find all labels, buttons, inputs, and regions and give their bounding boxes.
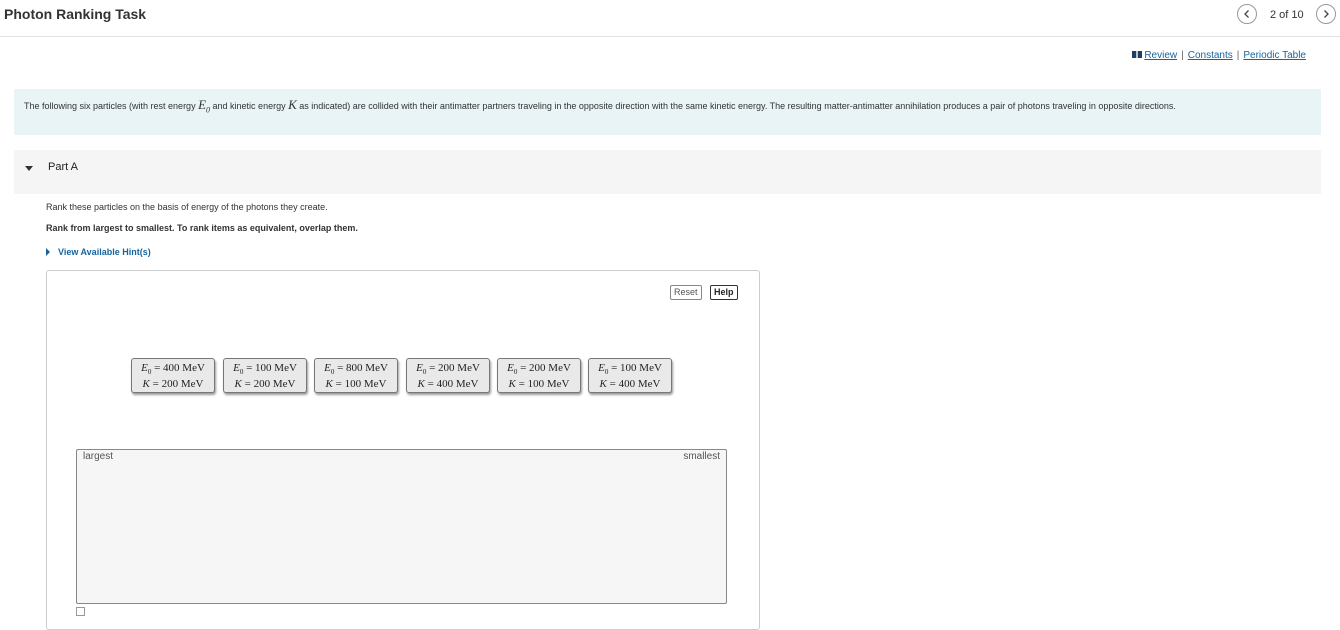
k-symbol: K [288,97,297,112]
reset-button[interactable]: Reset [670,285,702,300]
part-label: Part A [48,161,78,173]
next-button[interactable] [1316,4,1336,24]
largest-label: largest [83,451,114,462]
item-kinetic-energy: K = 400 MeV [599,378,661,391]
periodic-table-link[interactable]: Periodic Table [1243,50,1306,61]
item-rest-energy: E0 = 800 MeV [324,362,388,377]
intro-text-3: as indicated) are collided with their an… [296,101,1176,111]
item-kinetic-energy: K = 400 MeV [417,378,479,391]
chevron-right-icon [1324,10,1329,18]
review-link[interactable]: Review [1144,50,1177,61]
item-rest-energy: E0 = 100 MeV [233,362,297,377]
header-bar: Photon Ranking Task 2 of 10 [0,0,1340,37]
item-rest-energy: E0 = 100 MeV [598,362,662,377]
item-rest-energy: E0 = 400 MeV [141,362,205,377]
page-title: Photon Ranking Task [4,6,147,22]
link-separator: | [1236,50,1240,61]
item-kinetic-energy: K = 200 MeV [142,378,204,391]
rank-item[interactable]: E0 = 800 MeV K = 100 MeV [314,358,398,393]
rank-item[interactable]: E0 = 200 MeV K = 400 MeV [406,358,490,393]
item-counter: 2 of 10 [1270,9,1304,21]
rank-item[interactable]: E0 = 100 MeV K = 200 MeV [223,358,307,393]
item-kinetic-energy: K = 200 MeV [234,378,296,391]
intro-text-1: The following six particles (with rest e… [24,101,199,111]
rank-item[interactable]: E0 = 100 MeV K = 400 MeV [588,358,672,393]
part-a-header[interactable]: Part A [14,150,1321,194]
constants-link[interactable]: Constants [1188,50,1233,61]
help-button[interactable]: Help [710,285,738,300]
e0-symbol: E0 [198,97,211,115]
ranking-widget: Reset Help E0 = 400 MeV K = 200 MeV E0 =… [46,270,760,630]
resource-links: Review | Constants | Periodic Table [1132,50,1306,61]
intro-text-2: and kinetic energy [210,101,289,111]
question-text: Rank these particles on the basis of ene… [46,202,328,212]
item-kinetic-energy: K = 100 MeV [508,378,570,391]
chevron-left-icon [1244,10,1249,18]
rank-instruction: Rank from largest to smallest. To rank i… [46,223,358,233]
item-rest-energy: E0 = 200 MeV [416,362,480,377]
caret-right-icon [46,248,50,256]
rank-item[interactable]: E0 = 400 MeV K = 200 MeV [131,358,215,393]
item-rest-energy: E0 = 200 MeV [507,362,571,377]
rank-item[interactable]: E0 = 200 MeV K = 100 MeV [497,358,581,393]
ranking-drop-zone[interactable]: largest smallest [76,449,727,604]
previous-button[interactable] [1237,4,1257,24]
link-separator: | [1181,50,1184,61]
view-hints-link[interactable]: View Available Hint(s) [46,247,151,257]
caret-down-icon[interactable] [25,166,33,171]
book-icon [1132,51,1143,58]
item-kinetic-energy: K = 100 MeV [325,378,387,391]
smallest-label: smallest [683,451,720,462]
problem-intro: The following six particles (with rest e… [14,89,1321,135]
hint-label: View Available Hint(s) [58,247,151,257]
